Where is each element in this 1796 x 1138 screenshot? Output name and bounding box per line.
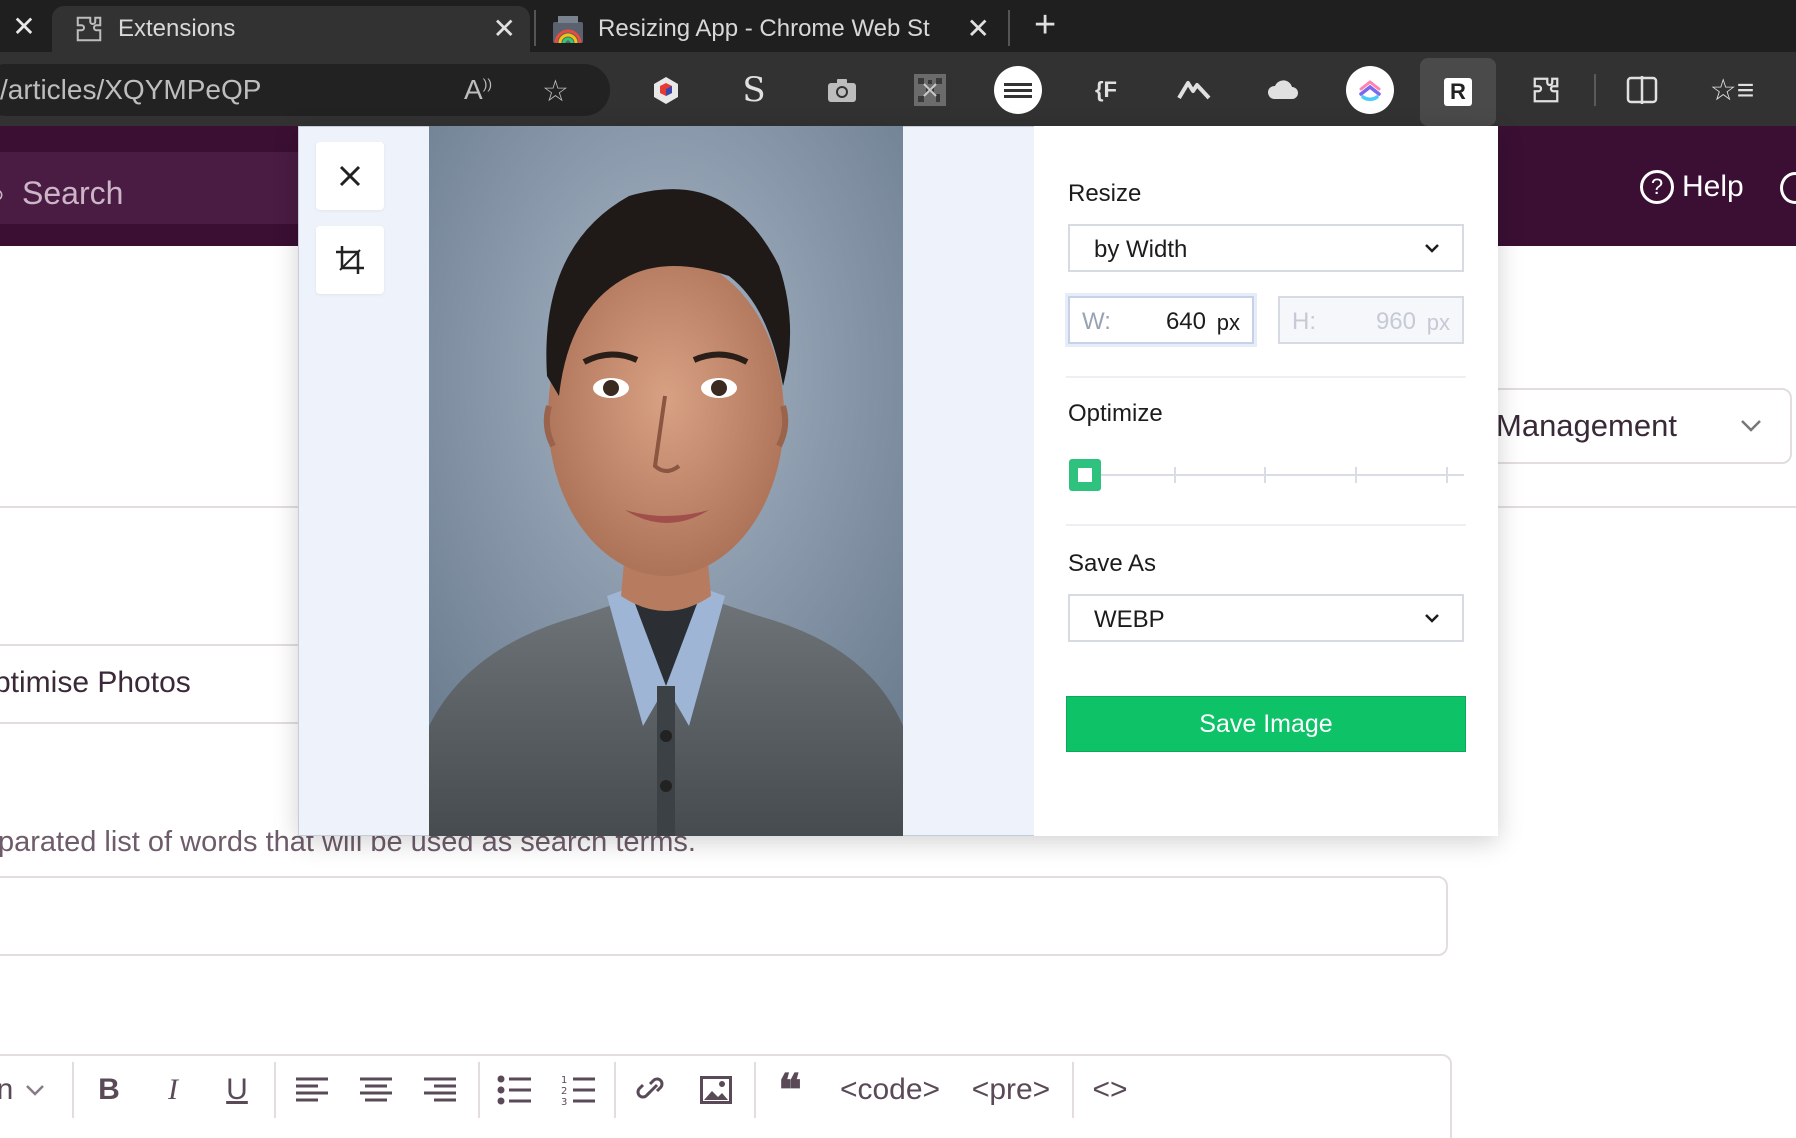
tags-input[interactable] bbox=[0, 876, 1448, 956]
svg-text:1: 1 bbox=[561, 1075, 567, 1086]
tab-extensions[interactable]: Extensions ✕ bbox=[52, 6, 530, 52]
tab-label: Extensions bbox=[118, 15, 236, 42]
chevron-down-icon bbox=[1425, 614, 1439, 623]
save-as-label: Save As bbox=[1068, 550, 1157, 577]
panel-divider bbox=[1066, 376, 1466, 378]
search-icon: ⌕ bbox=[0, 175, 6, 213]
resize-mode-select[interactable]: by Width bbox=[1068, 224, 1464, 272]
web-store-icon bbox=[553, 16, 583, 44]
block-format-select[interactable]: n bbox=[0, 1070, 46, 1110]
svg-text:2: 2 bbox=[561, 1086, 567, 1097]
save-format-value: WEBP bbox=[1094, 606, 1165, 633]
height-value: 960 bbox=[1375, 308, 1416, 335]
bullet-list-icon[interactable] bbox=[496, 1070, 532, 1110]
slider-tick bbox=[1264, 467, 1266, 483]
optimize-label: Optimize bbox=[1068, 400, 1163, 427]
resize-label: Resize bbox=[1068, 180, 1142, 207]
chevron-down-icon bbox=[1425, 244, 1439, 253]
close-tab-icon[interactable]: ✕ bbox=[6, 8, 42, 44]
site-search-placeholder: ⌕ Search bbox=[0, 175, 123, 212]
tab-chrome-web-store[interactable]: Resizing App - Chrome Web St ✕ bbox=[536, 6, 1004, 52]
width-input[interactable]: W: 640 px bbox=[1068, 296, 1254, 344]
toolbar-divider bbox=[614, 1062, 616, 1118]
tab-close-icon[interactable]: ✕ bbox=[493, 12, 516, 45]
chevron-down-icon bbox=[26, 1085, 45, 1096]
crop-icon bbox=[336, 246, 364, 274]
s-extension-icon[interactable]: S bbox=[732, 68, 776, 112]
slider-tick bbox=[1174, 467, 1176, 483]
optimize-slider-handle[interactable] bbox=[1069, 459, 1101, 491]
numbered-list-icon[interactable]: 123 bbox=[560, 1070, 596, 1110]
toolbar-divider bbox=[478, 1062, 480, 1118]
extensions-puzzle-icon[interactable] bbox=[1524, 68, 1568, 112]
height-label: H: bbox=[1292, 308, 1316, 335]
chevron-down-icon bbox=[1740, 412, 1762, 440]
favorites-list-icon[interactable]: ☆≡ bbox=[1710, 68, 1754, 112]
height-unit: px bbox=[1426, 310, 1450, 335]
close-icon bbox=[339, 165, 361, 187]
toolbar-divider bbox=[274, 1062, 276, 1118]
height-input: H: 960 px bbox=[1278, 296, 1464, 344]
json-extension-icon[interactable]: {F bbox=[1084, 68, 1128, 112]
help-question-icon: ? bbox=[1640, 170, 1674, 204]
align-center-icon[interactable] bbox=[358, 1070, 394, 1110]
source-code-button[interactable]: <> bbox=[1090, 1070, 1130, 1110]
mountain-extension-icon[interactable] bbox=[1172, 68, 1216, 112]
help-link[interactable]: ? Help bbox=[1640, 170, 1744, 204]
title-field-value: ptimise Photos bbox=[0, 666, 191, 699]
tab-close-icon[interactable]: ✕ bbox=[967, 12, 990, 45]
pre-button[interactable]: <pre> bbox=[968, 1070, 1054, 1110]
split-screen-icon[interactable] bbox=[1620, 68, 1664, 112]
portrait-photo bbox=[429, 126, 903, 836]
code-button[interactable]: <code> bbox=[836, 1070, 944, 1110]
save-image-button[interactable]: Save Image bbox=[1066, 696, 1466, 752]
width-label: W: bbox=[1082, 308, 1111, 335]
help-label: Help bbox=[1682, 170, 1744, 203]
browser-tab-bar: ✕ Extensions ✕ Resizing App - Chrome Web… bbox=[0, 0, 1796, 52]
slider-tick bbox=[1355, 467, 1357, 483]
new-tab-plus-icon[interactable]: + bbox=[1034, 4, 1056, 47]
align-left-icon[interactable] bbox=[294, 1070, 330, 1110]
toolbar-divider bbox=[1072, 1062, 1074, 1118]
cube-extension-icon[interactable] bbox=[644, 68, 688, 112]
camera-extension-icon[interactable] bbox=[820, 68, 864, 112]
svg-text:3: 3 bbox=[561, 1097, 567, 1106]
align-right-icon[interactable] bbox=[422, 1070, 458, 1110]
toolbar-divider bbox=[754, 1062, 756, 1118]
image-icon[interactable] bbox=[698, 1070, 734, 1110]
optimize-slider-track[interactable] bbox=[1084, 474, 1464, 476]
italic-button[interactable]: I bbox=[156, 1070, 190, 1110]
browser-toolbar: /articles/XQYMPeQP A)) ☆ S {F R ☆≡ bbox=[0, 52, 1796, 126]
address-bar[interactable]: /articles/XQYMPeQP A)) ☆ bbox=[0, 64, 610, 116]
save-format-select[interactable]: WEBP bbox=[1068, 594, 1464, 642]
read-aloud-icon[interactable]: A)) bbox=[464, 74, 492, 106]
toolbar-divider bbox=[72, 1062, 74, 1118]
category-select-value: Management bbox=[1496, 408, 1677, 443]
favorite-star-icon[interactable]: ☆ bbox=[542, 74, 569, 109]
toolbar-divider bbox=[1594, 74, 1596, 106]
qr-extension-icon[interactable] bbox=[908, 68, 952, 112]
tab-divider bbox=[1008, 10, 1010, 46]
cloud-extension-icon[interactable] bbox=[1260, 68, 1304, 112]
width-unit: px bbox=[1216, 310, 1240, 335]
blockquote-button[interactable]: ❝ bbox=[770, 1065, 810, 1116]
puzzle-icon bbox=[76, 16, 102, 42]
resize-mode-value: by Width bbox=[1094, 236, 1188, 263]
underline-button[interactable]: U bbox=[220, 1070, 254, 1110]
resize-extension-icon[interactable]: R bbox=[1420, 58, 1496, 126]
width-value: 640 bbox=[1165, 308, 1206, 335]
slider-tick bbox=[1446, 467, 1448, 483]
crop-button[interactable] bbox=[316, 226, 384, 294]
address-bar-url: /articles/XQYMPeQP bbox=[0, 74, 262, 105]
link-icon[interactable] bbox=[634, 1070, 670, 1110]
keyboard-extension-icon[interactable] bbox=[994, 66, 1042, 114]
bold-button[interactable]: B bbox=[92, 1070, 126, 1110]
clickup-extension-icon[interactable] bbox=[1346, 66, 1394, 114]
tab-label: Resizing App - Chrome Web St bbox=[598, 15, 930, 42]
panel-divider bbox=[1066, 524, 1466, 526]
close-modal-button[interactable] bbox=[316, 142, 384, 210]
